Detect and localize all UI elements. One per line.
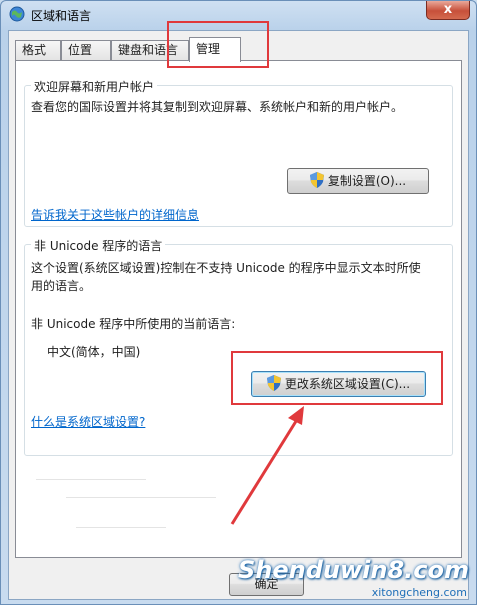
non-unicode-description-line1: 这个设置(系统区域设置)控制在不支持 Unicode 的程序中显示文本时所使 <box>31 261 421 275</box>
tab-administrative[interactable]: 管理 <box>189 37 241 62</box>
non-unicode-group: 非 Unicode 程序的语言 这个设置(系统区域设置)控制在不支持 Unico… <box>24 237 453 456</box>
ok-button[interactable]: 确定 <box>229 573 304 596</box>
uac-shield-icon <box>309 172 324 188</box>
divider <box>66 497 216 498</box>
change-system-locale-button[interactable]: 更改系统区域设置(C)... <box>251 371 426 397</box>
window-title: 区域和语言 <box>31 9 92 23</box>
tab-format[interactable]: 格式 <box>15 40 61 61</box>
uac-shield-icon <box>266 375 281 391</box>
tab-keyboards-languages[interactable]: 键盘和语言 <box>111 40 189 61</box>
what-is-system-locale-link[interactable]: 什么是系统区域设置? <box>31 413 145 431</box>
globe-icon <box>9 6 25 22</box>
copy-settings-button[interactable]: 复制设置(O)... <box>287 168 429 194</box>
non-unicode-description-line2: 用的语言。 <box>31 279 92 293</box>
welcome-screen-group: 欢迎屏幕和新用户帐户 查看您的国际设置并将其复制到欢迎屏幕、系统帐户和新的用户帐… <box>24 78 453 227</box>
close-button[interactable]: x <box>426 1 470 20</box>
non-unicode-group-title: 非 Unicode 程序的语言 <box>31 237 166 254</box>
copy-settings-label: 复制设置(O)... <box>327 174 407 188</box>
divider <box>36 479 146 480</box>
account-details-link[interactable]: 告诉我关于这些帐户的详细信息 <box>31 206 199 224</box>
dialog-client-area: 格式 位置 键盘和语言 管理 欢迎屏幕和新用户帐户 查看您的国际设置并将其复制到… <box>8 30 469 600</box>
welcome-description: 查看您的国际设置并将其复制到欢迎屏幕、系统帐户和新的用户帐户。 <box>31 100 404 114</box>
current-language-value: 中文(简体，中国) <box>47 345 141 359</box>
tab-location[interactable]: 位置 <box>61 40 111 61</box>
current-language-label: 非 Unicode 程序中所使用的当前语言: <box>31 317 236 331</box>
welcome-group-title: 欢迎屏幕和新用户帐户 <box>31 78 158 95</box>
change-system-locale-label: 更改系统区域设置(C)... <box>284 377 411 391</box>
title-bar[interactable]: 区域和语言 x <box>1 1 476 29</box>
divider <box>76 527 166 528</box>
administrative-tab-panel: 欢迎屏幕和新用户帐户 查看您的国际设置并将其复制到欢迎屏幕、系统帐户和新的用户帐… <box>15 60 462 558</box>
region-language-window: 区域和语言 x 格式 位置 键盘和语言 管理 欢迎屏幕和新用户帐户 查看您的国际… <box>0 0 477 605</box>
